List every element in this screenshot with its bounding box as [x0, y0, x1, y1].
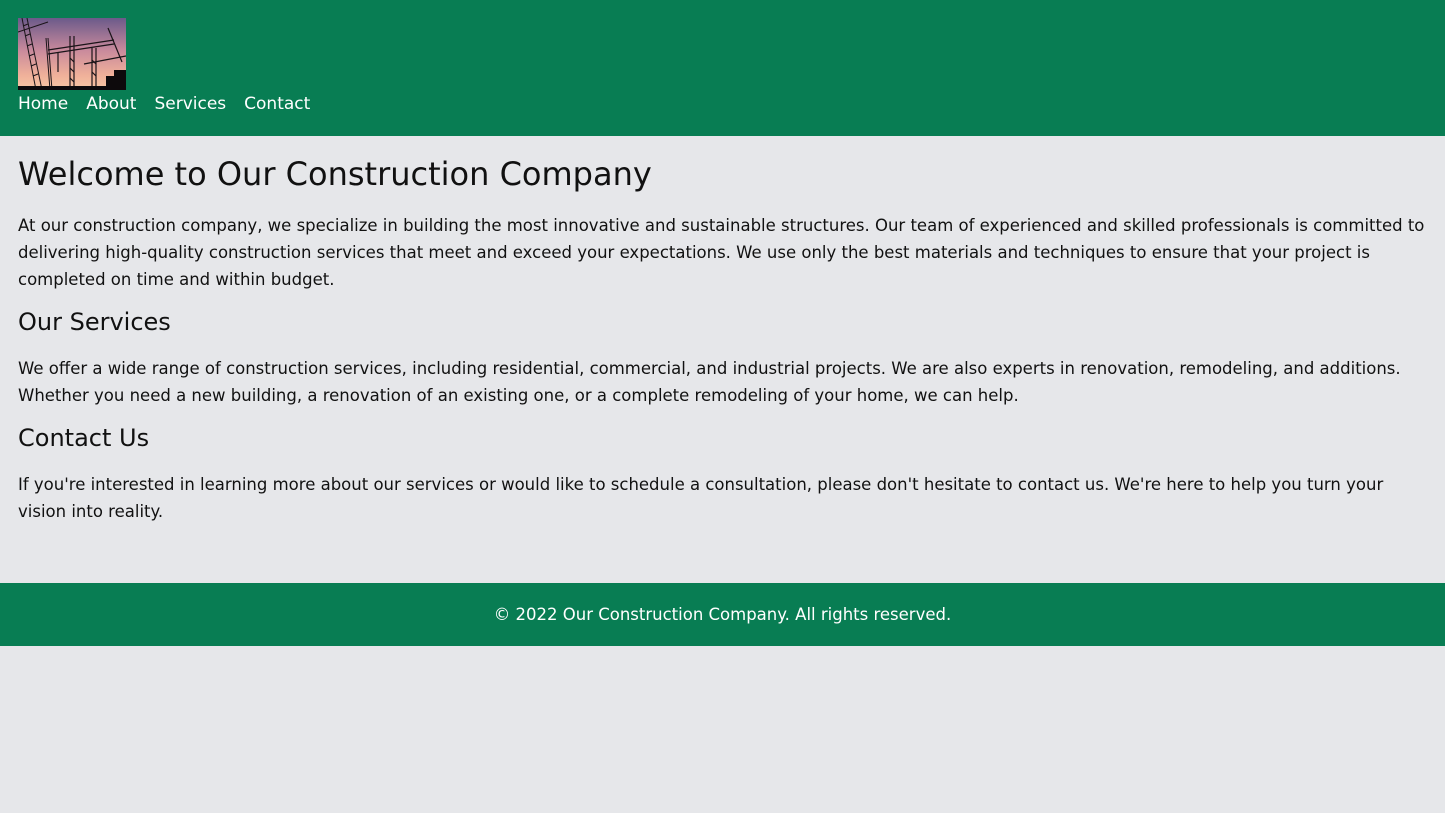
- nav-link-about[interactable]: About: [86, 93, 136, 115]
- main-content: Welcome to Our Construction Company At o…: [0, 136, 1445, 583]
- services-paragraph: We offer a wide range of construction se…: [18, 359, 1401, 405]
- footer-copyright: © 2022 Our Construction Company. All rig…: [493, 605, 952, 624]
- site-header: Home About Services Contact: [0, 0, 1445, 136]
- page-title: Welcome to Our Construction Company: [18, 155, 652, 193]
- logo-image[interactable]: [18, 18, 126, 90]
- nav-link-contact[interactable]: Contact: [244, 93, 310, 115]
- contact-paragraph: If you're interested in learning more ab…: [18, 475, 1384, 521]
- nav-link-services[interactable]: Services: [154, 93, 226, 115]
- site-footer: © 2022 Our Construction Company. All rig…: [0, 583, 1445, 646]
- construction-cranes-logo-icon: [18, 18, 126, 90]
- main-nav: Home About Services Contact: [18, 93, 1427, 115]
- contact-heading: Contact Us: [18, 424, 150, 452]
- services-heading: Our Services: [18, 308, 171, 336]
- intro-paragraph: At our construction company, we speciali…: [18, 216, 1425, 289]
- nav-link-home[interactable]: Home: [18, 93, 68, 115]
